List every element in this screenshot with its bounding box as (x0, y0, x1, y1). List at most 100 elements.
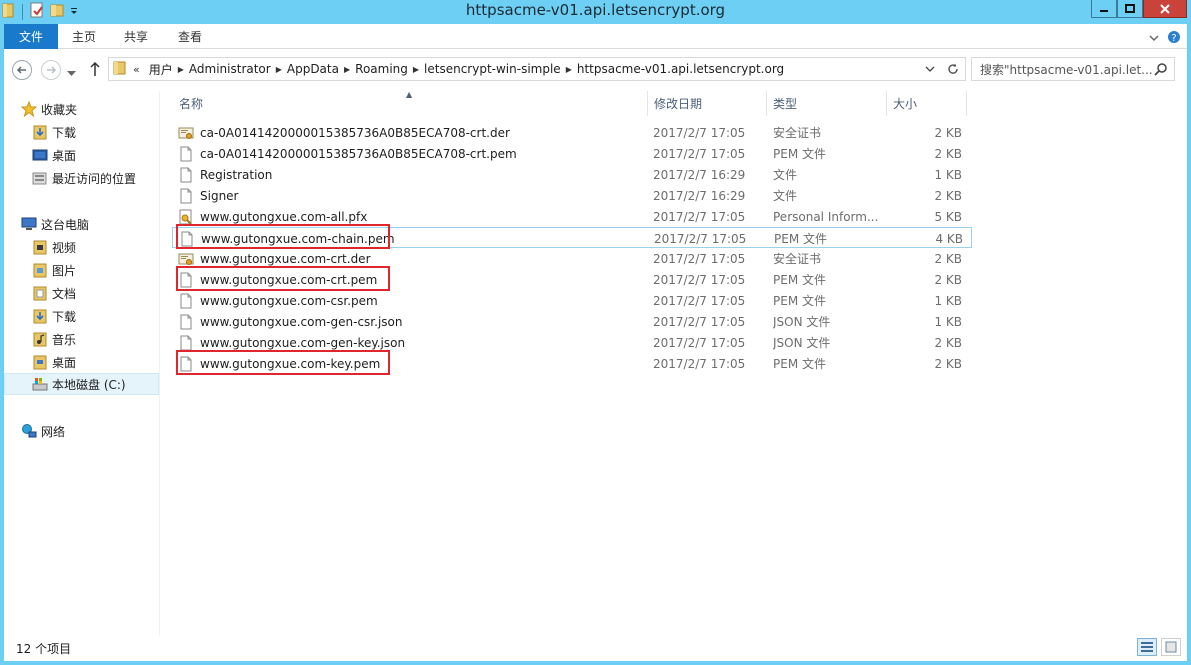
nav-downloads[interactable]: 下载 (32, 121, 76, 143)
nav-desktop[interactable]: 桌面 (32, 144, 76, 166)
recent-locations-icon[interactable] (67, 66, 76, 80)
column-header-type[interactable]: 类型 (767, 91, 887, 116)
file-modified: 2017/2/7 17:05 (653, 356, 746, 371)
breadcrumb-item[interactable]: Administrator (184, 62, 276, 76)
file-size: 2 KB (934, 356, 962, 371)
nav-desktop-pc[interactable]: 桌面 (32, 351, 76, 373)
file-modified: 2017/2/7 17:05 (653, 251, 746, 266)
nav-downloads-pc[interactable]: 下载 (32, 305, 76, 327)
breadcrumb-item[interactable]: Roaming (350, 62, 413, 76)
column-header-modified[interactable]: 修改日期 (648, 91, 767, 116)
close-button[interactable] (1143, 0, 1187, 18)
nav-label: 最近访问的位置 (52, 171, 137, 186)
large-icons-view-button[interactable] (1161, 638, 1181, 656)
navigation-pane: 收藏夹 下载 桌面 最近访问的位置 这台电脑 视频 图片 文档 下载 音乐 桌面… (4, 91, 160, 636)
minimize-button[interactable] (1091, 0, 1117, 18)
nav-videos[interactable]: 视频 (32, 236, 76, 258)
file-modified: 2017/2/7 17:05 (653, 272, 746, 287)
tab-view[interactable]: 查看 (166, 24, 214, 49)
expand-ribbon-icon[interactable] (1149, 32, 1159, 46)
nav-label: 网络 (41, 424, 66, 439)
file-icon (178, 335, 194, 351)
file-modified: 2017/2/7 17:05 (653, 209, 746, 224)
breadcrumb-item[interactable]: letsencrypt-win-simple (419, 62, 566, 76)
explorer-content: 收藏夹 下载 桌面 最近访问的位置 这台电脑 视频 图片 文档 下载 音乐 桌面… (4, 90, 1187, 636)
navigation-bar: « 用户 ▶ Administrator ▶ AppData ▶ Roaming… (4, 49, 1187, 91)
certificate-icon (178, 251, 194, 267)
close-icon (1160, 3, 1170, 14)
search-placeholder: 搜索"httpsacme-v01.api.let... (980, 62, 1153, 77)
file-type: PEM 文件 (773, 147, 826, 161)
annotation-red-box (176, 350, 390, 375)
nav-music[interactable]: 音乐 (32, 328, 76, 350)
large-icons-view-icon (1165, 641, 1177, 653)
file-row[interactable]: ca-0A0141420000015385736A0B85ECA708-crt.… (172, 122, 972, 143)
up-arrow-icon[interactable] (89, 61, 101, 80)
tab-share[interactable]: 共享 (112, 24, 160, 49)
details-view-icon (1141, 642, 1153, 652)
view-switcher (1137, 638, 1181, 656)
file-icon (178, 167, 194, 183)
nav-label: 视频 (52, 240, 77, 255)
column-header-name[interactable]: 名称 (162, 91, 648, 116)
file-row[interactable]: ca-0A0141420000015385736A0B85ECA708-crt.… (172, 143, 972, 164)
file-type: 安全证书 (773, 252, 822, 266)
videos-folder-icon (32, 239, 48, 255)
file-name: www.gutongxue.com-crt.der (200, 251, 371, 266)
file-type: PEM 文件 (773, 357, 826, 371)
file-type: PEM 文件 (773, 294, 826, 308)
file-type: JSON 文件 (773, 336, 831, 350)
maximize-button[interactable] (1117, 0, 1143, 18)
file-type: PEM 文件 (774, 232, 827, 246)
breadcrumb-item[interactable]: httpsacme-v01.api.letsencrypt.org (572, 62, 789, 76)
file-row[interactable]: www.gutongxue.com-csr.pem 2017/2/7 17:05 P… (172, 290, 972, 311)
local-disk-icon (32, 376, 48, 392)
refresh-icon[interactable] (941, 63, 965, 75)
breadcrumb-item[interactable]: AppData (282, 62, 344, 76)
nav-documents[interactable]: 文档 (32, 282, 76, 304)
certificate-icon (178, 125, 194, 141)
address-bar[interactable]: « 用户 ▶ Administrator ▶ AppData ▶ Roaming… (108, 57, 966, 81)
breadcrumb-item[interactable]: 用户 (144, 61, 178, 78)
file-type: 安全证书 (773, 126, 822, 140)
file-row[interactable]: www.gutongxue.com-gen-csr.json 2017/2/7 1… (172, 311, 972, 332)
file-name-cell: Signer (178, 185, 648, 206)
pictures-folder-icon (32, 262, 48, 278)
back-button[interactable] (12, 60, 32, 80)
nav-this-pc[interactable]: 这台电脑 (21, 213, 89, 235)
forward-button[interactable] (41, 60, 61, 80)
details-view-button[interactable] (1137, 638, 1157, 656)
tab-home[interactable]: 主页 (60, 24, 108, 49)
file-modified: 2017/2/7 17:05 (653, 335, 746, 350)
column-header-size[interactable]: 大小 (887, 91, 967, 116)
star-icon (21, 101, 37, 117)
nav-recent-places[interactable]: 最近访问的位置 (32, 167, 136, 189)
nav-favorites[interactable]: 收藏夹 (21, 98, 77, 120)
nav-label: 收藏夹 (41, 102, 78, 117)
file-row[interactable]: Registration 2017/2/7 16:29 文件 1 KB (172, 164, 972, 185)
file-row[interactable]: Signer 2017/2/7 16:29 文件 2 KB (172, 185, 972, 206)
nav-network[interactable]: 网络 (21, 420, 65, 442)
file-modified: 2017/2/7 16:29 (653, 167, 746, 182)
address-history-icon[interactable] (919, 64, 941, 74)
tab-file[interactable]: 文件 (4, 24, 58, 49)
overflow-chevron-icon[interactable]: « (133, 63, 140, 76)
breadcrumb: 用户 ▶ Administrator ▶ AppData ▶ Roaming ▶… (140, 58, 789, 80)
file-modified: 2017/2/7 17:05 (653, 146, 746, 161)
folder-icon (113, 60, 127, 79)
nav-pictures[interactable]: 图片 (32, 259, 76, 281)
computer-icon (21, 216, 37, 232)
maximize-icon (1125, 3, 1135, 13)
search-icon[interactable] (1154, 62, 1168, 79)
file-modified: 2017/2/7 17:05 (653, 293, 746, 308)
nav-local-disk[interactable]: 本地磁盘 (C:) (4, 373, 159, 395)
file-name-cell: Registration (178, 164, 648, 185)
nav-label: 文档 (52, 286, 77, 301)
back-arrow-icon (16, 66, 26, 74)
file-name: Registration (200, 167, 273, 182)
download-folder-icon (32, 308, 48, 324)
documents-folder-icon (32, 285, 48, 301)
help-icon[interactable]: ? (1167, 30, 1181, 47)
file-name-cell: www.gutongxue.com-csr.pem (178, 290, 648, 311)
search-input[interactable]: 搜索"httpsacme-v01.api.let... (971, 57, 1175, 81)
